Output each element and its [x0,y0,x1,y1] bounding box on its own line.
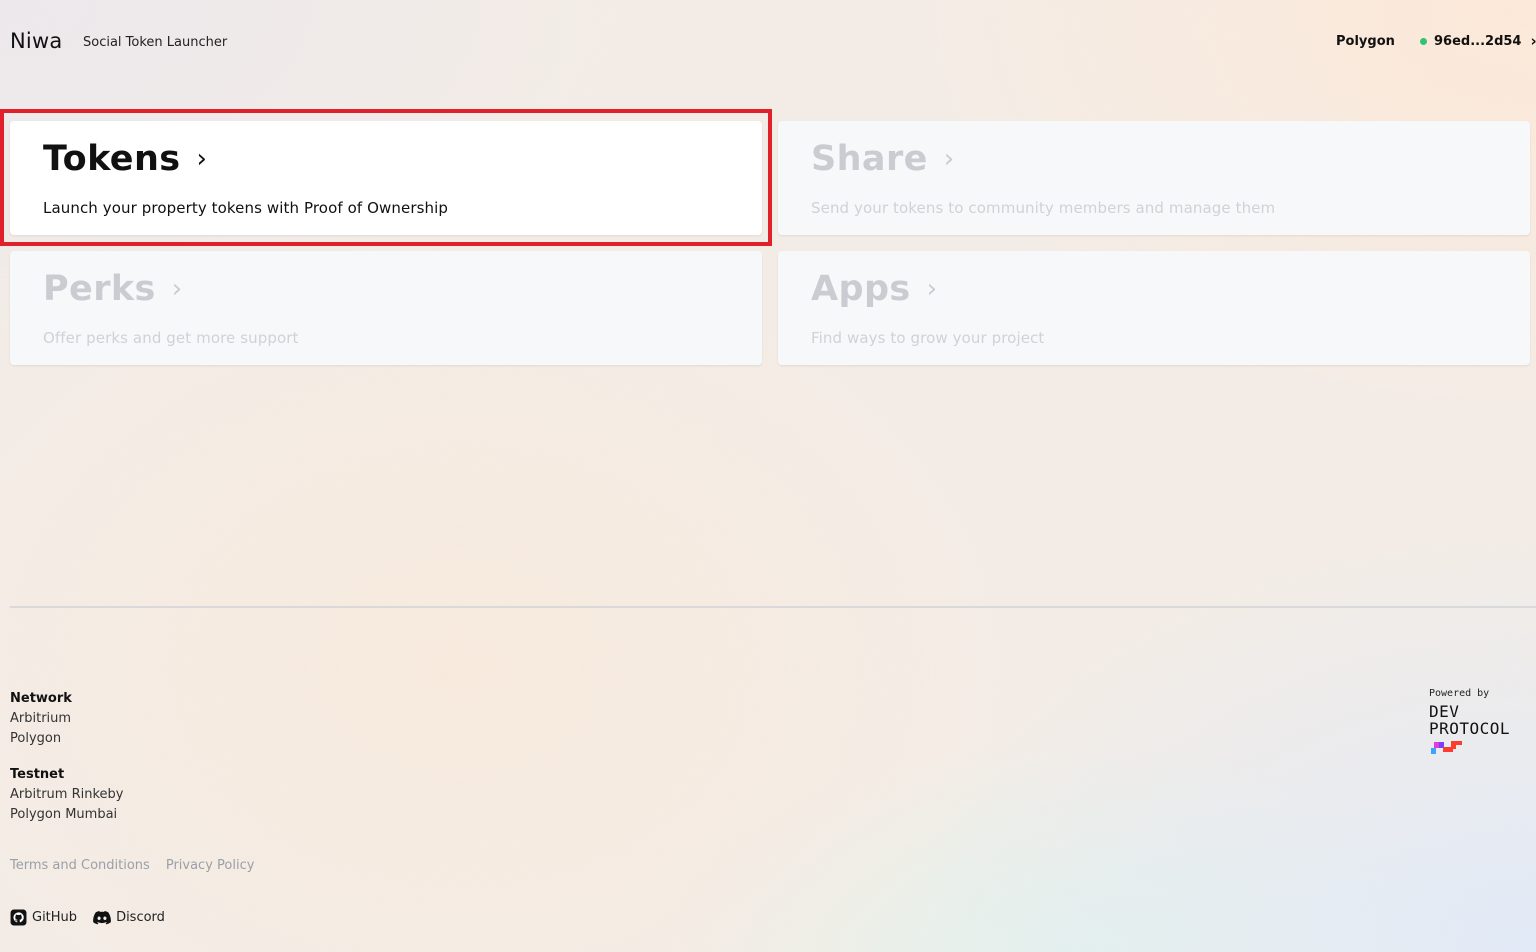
card-apps[interactable]: Apps › Find ways to grow your project [778,251,1530,365]
card-title: Perks [43,269,156,309]
footer-link-polygon[interactable]: Polygon [10,729,72,749]
card-title: Share [811,139,928,179]
footer-divider [10,606,1536,608]
legal-links: Terms and Conditions Privacy Policy [10,858,254,873]
chevron-right-icon: › [196,144,208,174]
card-tokens[interactable]: Tokens › Launch your property tokens wit… [10,121,762,235]
discord-icon [93,910,111,924]
card-description: Launch your property tokens with Proof o… [43,199,449,217]
chevron-right-icon: › [943,144,955,174]
network-selector[interactable]: Polygon [1336,34,1395,49]
dev-protocol-mark-icon [1431,741,1462,754]
card-title: Apps [811,269,911,309]
powered-by-label: Powered by [1429,688,1490,699]
footer-link-polygon-mumbai[interactable]: Polygon Mumbai [10,805,123,825]
chevron-right-icon: › [1530,32,1536,50]
card-title: Tokens [43,139,181,179]
github-label: GitHub [32,910,78,925]
footer-link-arbitrum-rinkeby[interactable]: Arbitrum Rinkeby [10,785,123,805]
card-perks[interactable]: Perks › Offer perks and get more support [10,251,762,365]
logo-line: PROTOCOL [1429,719,1511,738]
card-description: Find ways to grow your project [811,329,1045,347]
footer-link-arbitrium[interactable]: Arbitrium [10,709,72,729]
footer-heading: Testnet [10,767,65,782]
chevron-right-icon: › [171,274,183,304]
footer-network: Network Arbitrium Polygon [10,689,72,749]
footer-testnet: Testnet Arbitrum Rinkeby Polygon Mumbai [10,765,123,825]
logo-line: DEV [1429,702,1460,721]
chevron-right-icon: › [926,274,938,304]
privacy-link[interactable]: Privacy Policy [166,858,255,873]
card-description: Offer perks and get more support [43,329,299,347]
github-icon [10,909,27,926]
dev-protocol-logo: DEV PROTOCOL [1429,703,1534,737]
footer-heading: Network [10,691,72,706]
wallet-address: 96ed...2d54 [1434,33,1522,49]
social-links: GitHub Discord [10,909,165,926]
card-share[interactable]: Share › Send your tokens to community me… [778,121,1530,235]
github-link[interactable]: GitHub [10,909,77,926]
header: Niwa Social Token Launcher Polygon 96ed.… [0,0,1536,84]
brand-logo[interactable]: Niwa [10,29,62,53]
discord-link[interactable]: Discord [93,910,165,925]
terms-link[interactable]: Terms and Conditions [10,858,150,873]
discord-label: Discord [116,910,165,925]
app-tagline: Social Token Launcher [83,35,228,50]
powered-by-dev-protocol[interactable]: Powered by DEV PROTOCOL [1429,688,1534,760]
connection-status-dot [1420,37,1427,45]
card-description: Send your tokens to community members an… [811,199,1276,217]
wallet-button[interactable]: 96ed...2d54 › [1420,30,1536,52]
